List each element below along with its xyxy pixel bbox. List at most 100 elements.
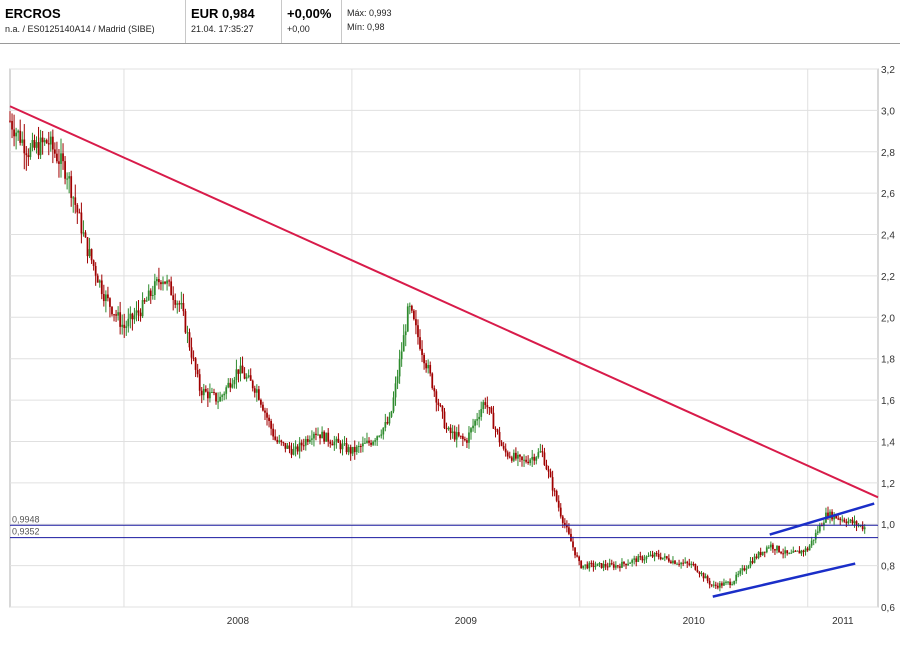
candle-body: [651, 554, 654, 557]
candle-body: [180, 303, 183, 305]
candle-body: [765, 547, 768, 553]
candle-body: [215, 392, 217, 402]
candle-body: [498, 431, 501, 443]
candle-body: [202, 388, 205, 396]
candle-body: [608, 563, 611, 568]
candle-body: [386, 422, 389, 424]
candle-body: [388, 416, 391, 424]
candle-body: [802, 550, 805, 552]
candle-body: [710, 584, 713, 586]
candle-body: [515, 452, 517, 459]
candle-body: [366, 440, 368, 443]
candle-body: [141, 300, 144, 317]
candle-body: [266, 412, 268, 418]
candle-body: [296, 446, 299, 452]
candle-body: [270, 420, 272, 429]
candle-body: [298, 442, 301, 452]
candle-body: [45, 140, 48, 144]
day-low: Mín: 0,98: [347, 22, 385, 32]
candle-body: [13, 129, 15, 137]
candle-body: [137, 310, 140, 313]
candle-body: [419, 337, 421, 349]
candle-body: [519, 454, 521, 457]
candle-body: [845, 521, 848, 524]
candle-body: [680, 562, 682, 565]
candle-body: [633, 558, 636, 560]
candle-body: [400, 351, 403, 360]
candle-body: [580, 561, 583, 569]
candle-body: [251, 380, 254, 389]
candle-body: [9, 120, 11, 122]
candle-body: [778, 545, 780, 552]
candle-body: [723, 582, 725, 586]
candle-body: [235, 369, 238, 380]
candle-body: [637, 556, 640, 562]
candle-body: [198, 374, 201, 391]
candle-body: [704, 576, 707, 579]
candle-body: [376, 436, 379, 441]
candle-body: [151, 295, 154, 297]
candle-body: [437, 402, 440, 406]
price-cell: EUR 0,984 21.04. 17:35:27: [186, 0, 282, 43]
candle-body: [494, 428, 497, 430]
candle-body: [335, 438, 338, 442]
candle-body: [390, 411, 393, 417]
candle-body: [88, 249, 91, 257]
candle-body: [410, 305, 413, 311]
candle-body: [631, 559, 634, 563]
security-cell: ERCROS n.a. / ES0125140A14 / Madrid (SIB…: [0, 0, 186, 43]
candle-body: [58, 161, 60, 164]
candle-body: [665, 556, 668, 559]
y-tick-label: 1,4: [881, 437, 895, 448]
candle-body: [692, 563, 695, 565]
candle-body: [457, 432, 460, 436]
candle-body: [82, 232, 85, 234]
candle-body: [37, 142, 40, 156]
candle-body: [767, 547, 770, 549]
candle-body: [472, 425, 474, 429]
candle-body: [209, 392, 211, 399]
y-tick-label: 2,4: [881, 231, 895, 242]
candle-body: [78, 212, 81, 214]
candle-body: [623, 561, 625, 564]
candle-body: [661, 557, 664, 560]
candle-body: [676, 563, 678, 565]
candle-body: [635, 558, 638, 562]
candle-body: [451, 431, 454, 434]
candle-body: [176, 303, 179, 305]
candle-body: [527, 461, 530, 464]
candle-body: [678, 563, 680, 565]
candle-body: [172, 295, 175, 300]
candle-body: [574, 547, 576, 556]
candle-body: [841, 519, 844, 521]
y-tick-label: 1,2: [881, 479, 895, 490]
candle-body: [500, 442, 503, 446]
candle-body: [782, 553, 784, 555]
candle-body: [121, 324, 124, 327]
candle-body: [627, 563, 629, 566]
candle-body: [653, 553, 656, 557]
candle-body: [398, 359, 401, 377]
candle-body: [174, 299, 177, 305]
candle-body: [72, 197, 75, 199]
candle-body: [529, 459, 532, 464]
candle-body: [612, 564, 615, 568]
candle-body: [402, 335, 405, 352]
candle-body: [200, 390, 203, 396]
candle-body: [772, 544, 774, 550]
candle-body: [751, 561, 754, 563]
candle-body: [517, 454, 519, 459]
candle-body: [682, 562, 685, 564]
candle-body: [625, 563, 627, 566]
candle-body: [117, 312, 119, 316]
change-absolute: +0,00: [287, 24, 310, 34]
candle-body: [188, 332, 191, 348]
candle-body: [288, 445, 291, 449]
candle-body: [629, 562, 632, 564]
candle-body: [98, 280, 101, 283]
candle-body: [145, 300, 148, 302]
candle-body: [41, 137, 44, 143]
candle-body: [686, 561, 689, 564]
candle-body: [506, 452, 509, 457]
candle-body: [490, 407, 493, 413]
